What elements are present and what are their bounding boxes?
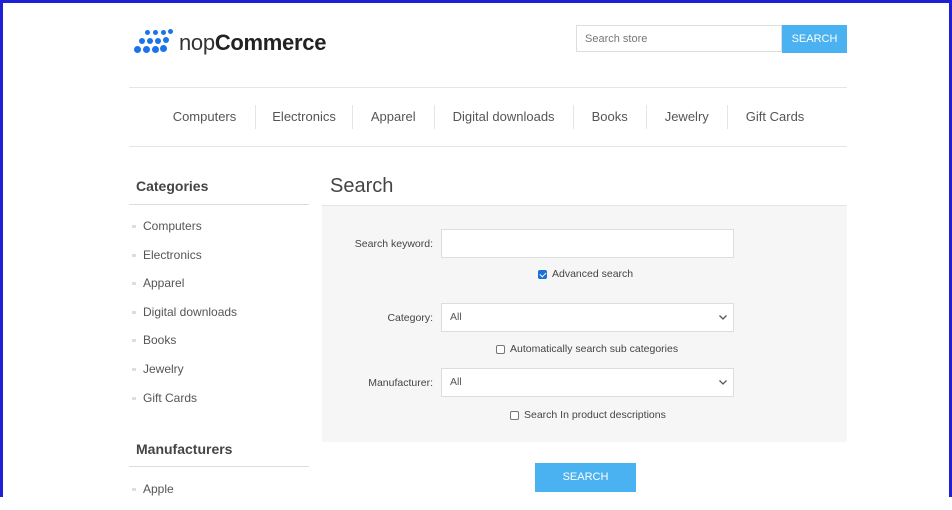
manufacturer-selected-value: All xyxy=(450,376,462,388)
manufacturers-divider xyxy=(129,466,309,467)
store-search-button[interactable]: SEARCH xyxy=(782,25,847,53)
manufacturer-select[interactable]: All xyxy=(441,368,734,397)
manufacturers-title: Manufacturers xyxy=(136,441,233,457)
product-descriptions-checkbox[interactable]: Search In product descriptions xyxy=(510,409,666,421)
store-search-input[interactable]: Search store xyxy=(576,25,782,52)
search-button[interactable]: SEARCH xyxy=(535,463,636,492)
checkbox-unchecked-icon xyxy=(510,410,519,420)
category-item-jewelry[interactable]: Jewelry xyxy=(131,361,237,390)
checkbox-checked-icon xyxy=(538,269,547,279)
nav-item-gift-cards[interactable]: Gift Cards xyxy=(726,105,823,129)
nav-item-apparel[interactable]: Apparel xyxy=(351,105,434,129)
advanced-search-label: Advanced search xyxy=(552,268,634,280)
nav-item-computers[interactable]: Computers xyxy=(154,105,256,129)
advanced-search-checkbox[interactable]: Advanced search xyxy=(538,268,633,280)
category-item-books[interactable]: Books xyxy=(131,332,237,361)
category-item-apparel[interactable]: Apparel xyxy=(131,275,237,304)
search-keyword-input[interactable] xyxy=(441,229,734,258)
category-item-electronics[interactable]: Electronics xyxy=(131,247,237,276)
nav-item-electronics[interactable]: Electronics xyxy=(255,105,352,129)
manufacturers-list: Apple xyxy=(131,481,174,510)
chevron-down-icon xyxy=(719,369,727,385)
manufacturer-label: Manufacturer: xyxy=(368,377,433,389)
chevron-down-icon xyxy=(719,304,727,320)
sub-categories-label: Automatically search sub categories xyxy=(510,343,679,355)
category-selected-value: All xyxy=(450,311,462,323)
logo-text: nopCommerce xyxy=(179,30,327,55)
nav-item-digital-downloads[interactable]: Digital downloads xyxy=(433,105,573,129)
nav-divider-bottom xyxy=(129,146,847,147)
keyword-label: Search keyword: xyxy=(354,238,433,250)
category-item-computers[interactable]: Computers xyxy=(131,218,237,247)
nav-item-jewelry[interactable]: Jewelry xyxy=(645,105,727,129)
category-label: Category: xyxy=(387,312,433,324)
nav-item-books[interactable]: Books xyxy=(572,105,646,129)
sub-categories-checkbox[interactable]: Automatically search sub categories xyxy=(496,343,678,355)
categories-list: Computers Electronics Apparel Digital do… xyxy=(131,218,237,418)
page-title: Search xyxy=(330,175,394,197)
site-logo[interactable]: nopCommerce xyxy=(131,26,326,60)
category-item-gift-cards[interactable]: Gift Cards xyxy=(131,390,237,419)
category-item-digital-downloads[interactable]: Digital downloads xyxy=(131,304,237,333)
category-select[interactable]: All xyxy=(441,303,734,332)
categories-title: Categories xyxy=(136,178,209,194)
checkbox-unchecked-icon xyxy=(496,344,505,354)
manufacturer-item-apple[interactable]: Apple xyxy=(131,481,174,510)
categories-divider xyxy=(129,204,309,205)
top-menu: Computers Electronics Apparel Digital do… xyxy=(129,88,847,146)
logo-dots-icon xyxy=(131,28,173,58)
product-descriptions-label: Search In product descriptions xyxy=(524,409,666,421)
